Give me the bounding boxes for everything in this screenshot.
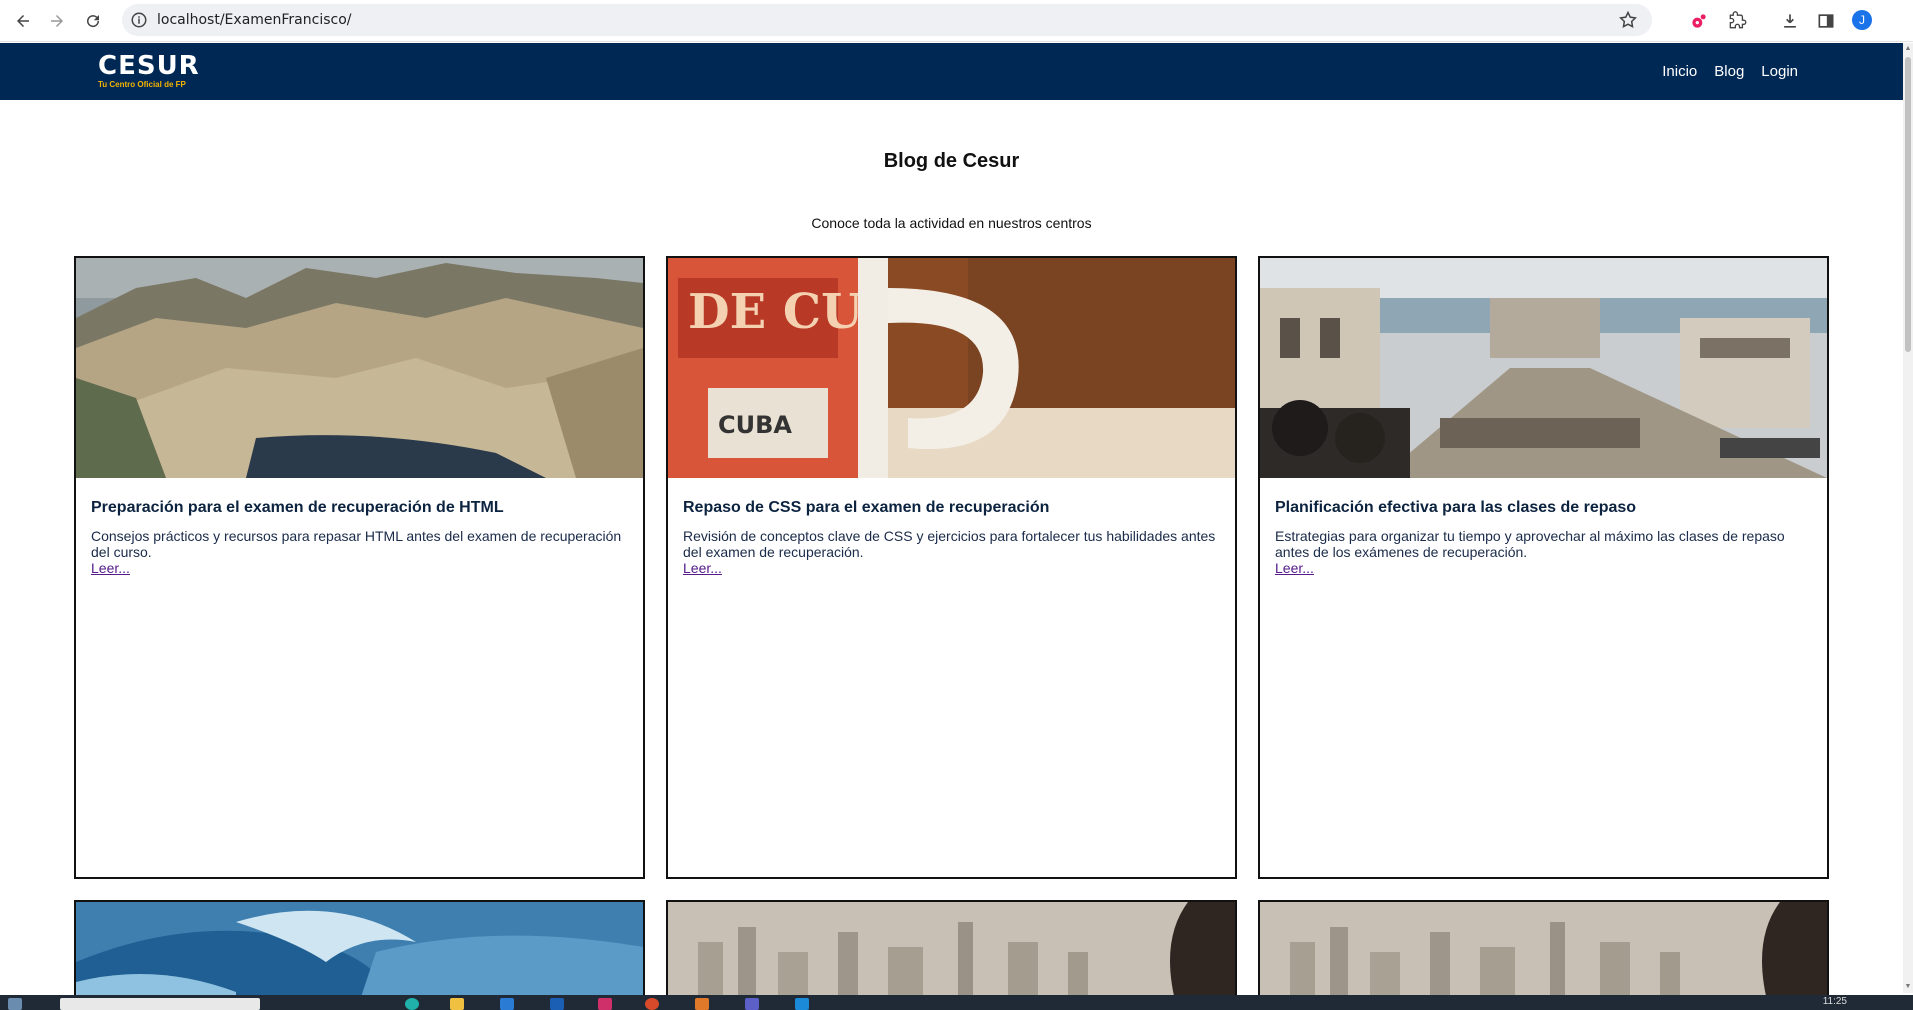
city-skyline-image <box>1260 902 1827 1008</box>
card-description: Estrategias para organizar tu tiempo y a… <box>1275 528 1785 560</box>
logo-name: CESUR <box>98 51 200 81</box>
read-more-link[interactable]: Leer... <box>1275 560 1314 576</box>
nav-blog[interactable]: Blog <box>1714 63 1744 80</box>
blog-card <box>74 900 645 1010</box>
main-nav: Inicio Blog Login <box>1645 63 1798 80</box>
side-panel-icon[interactable] <box>1813 8 1839 34</box>
chrome-taskbar-icon[interactable] <box>645 998 659 1010</box>
taskbar-app-icon[interactable] <box>695 998 709 1010</box>
url-text[interactable]: localhost/ExamenFrancisco/ <box>157 12 352 28</box>
taskbar-clock[interactable]: 11:25 <box>1823 996 1847 1007</box>
mountain-coast-image <box>76 258 643 478</box>
logo-tagline: Tu Centro Oficial de FP <box>98 80 186 89</box>
page-scrollbar[interactable]: ▲ ▼ <box>1903 43 1913 993</box>
edge-icon[interactable] <box>795 998 809 1010</box>
extension-icon[interactable] <box>1686 8 1712 34</box>
blog-card: Planificación efectiva para las clases d… <box>1258 256 1829 879</box>
back-icon[interactable] <box>10 8 36 34</box>
reload-icon[interactable] <box>80 8 106 34</box>
extensions-puzzle-icon[interactable] <box>1724 8 1750 34</box>
file-explorer-icon[interactable] <box>450 998 464 1010</box>
start-icon[interactable] <box>8 998 22 1010</box>
os-taskbar: 11:25 <box>0 995 1913 1010</box>
boardwalk-crowd-image <box>1260 258 1827 478</box>
blog-card: DE CU CUBA Repaso de CSS para el examen … <box>666 256 1237 879</box>
taskbar-app-icon[interactable] <box>598 998 612 1010</box>
blog-card: Preparación para el examen de recuperaci… <box>74 256 645 879</box>
taskbar-app-icon[interactable] <box>500 998 514 1010</box>
card-description: Revisión de conceptos clave de CSS y eje… <box>683 528 1216 560</box>
coffee-mug-image: DE CU CUBA <box>668 258 1235 478</box>
cesur-logo[interactable]: CESUR Tu Centro Oficial de FP <box>98 53 200 89</box>
browser-toolbar: localhost/ExamenFrancisco/ J <box>0 0 1913 42</box>
svg-text:DE CU: DE CU <box>688 284 863 340</box>
download-icon[interactable] <box>1777 8 1803 34</box>
blog-card <box>1258 900 1829 1010</box>
profile-avatar[interactable]: J <box>1852 10 1872 30</box>
taskbar-app-icon[interactable] <box>550 998 564 1010</box>
scrollbar-thumb[interactable] <box>1905 57 1911 352</box>
city-skyline-image <box>668 902 1235 1008</box>
svg-text:CUBA: CUBA <box>718 411 792 439</box>
blog-card <box>666 900 1237 1010</box>
scroll-down-icon[interactable]: ▼ <box>1904 983 1912 991</box>
card-title: Repaso de CSS para el examen de recupera… <box>683 499 1050 516</box>
page-subtitle: Conoce toda la actividad en nuestros cen… <box>811 215 1092 231</box>
address-bar[interactable]: localhost/ExamenFrancisco/ <box>122 4 1652 36</box>
forward-icon[interactable] <box>44 8 70 34</box>
ocean-wave-image <box>76 902 643 1008</box>
card-description: Consejos prácticos y recursos para repas… <box>91 528 622 560</box>
bookmark-star-icon[interactable] <box>1618 10 1638 30</box>
card-title: Planificación efectiva para las clases d… <box>1275 499 1637 516</box>
read-more-link[interactable]: Leer... <box>91 560 130 576</box>
teams-icon[interactable] <box>745 998 759 1010</box>
card-title: Preparación para el examen de recuperaci… <box>91 499 504 516</box>
site-header: CESUR Tu Centro Oficial de FP Inicio Blo… <box>0 43 1903 100</box>
nav-inicio[interactable]: Inicio <box>1662 63 1697 80</box>
nav-login[interactable]: Login <box>1761 63 1798 80</box>
taskbar-search[interactable] <box>60 998 260 1010</box>
read-more-link[interactable]: Leer... <box>683 560 722 576</box>
scroll-up-icon[interactable]: ▲ <box>1904 45 1912 53</box>
page-title: Blog de Cesur <box>883 150 1020 172</box>
site-info-icon[interactable] <box>130 11 148 29</box>
taskbar-app-icon[interactable] <box>405 998 419 1010</box>
